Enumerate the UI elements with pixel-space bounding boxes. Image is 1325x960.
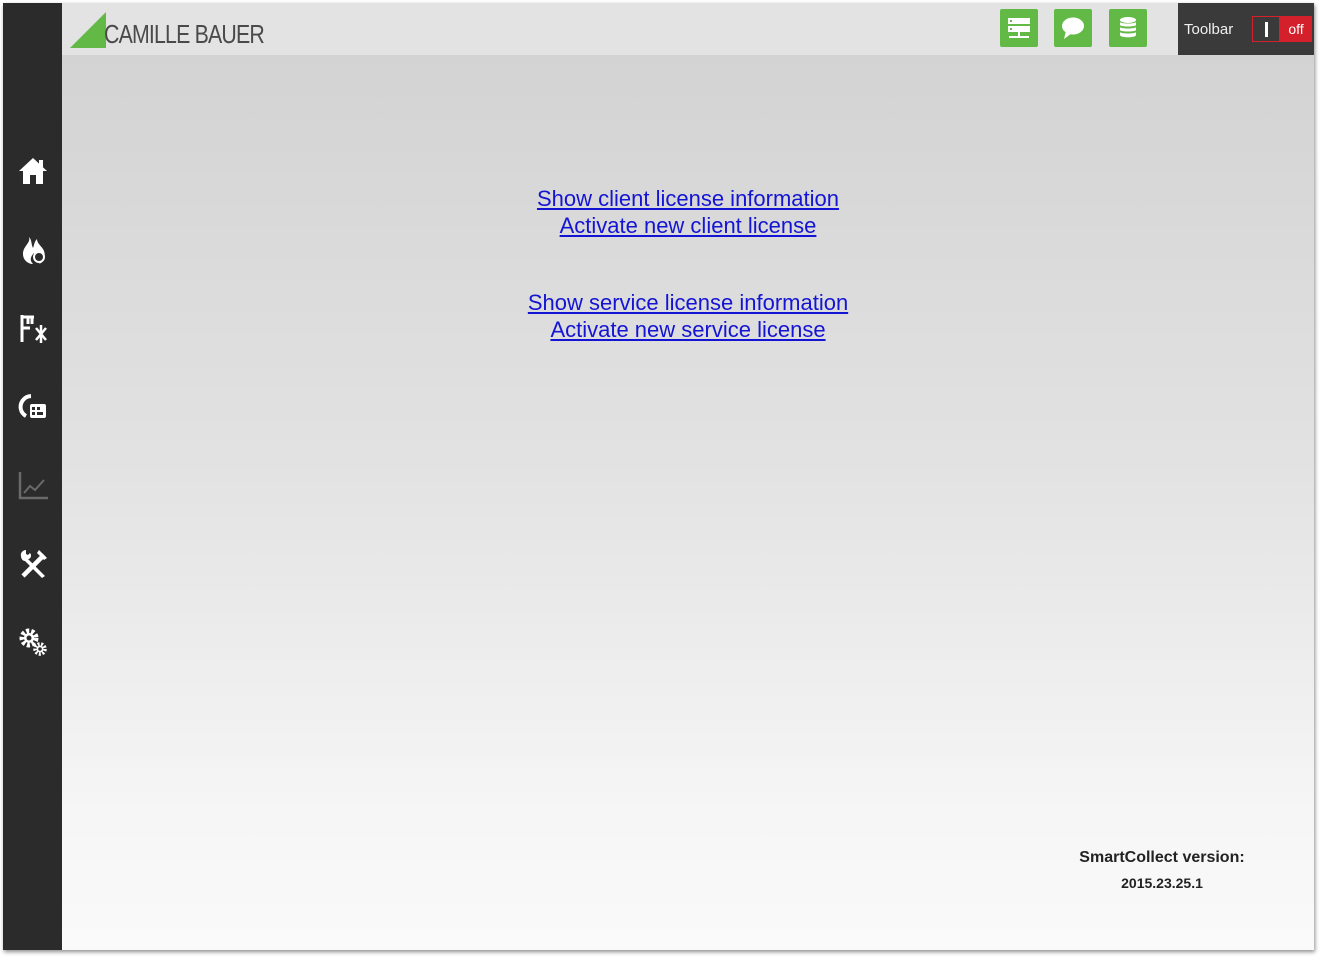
sidebar-item-tools[interactable] xyxy=(3,533,62,593)
service-license-links: Show service license information Activat… xyxy=(62,289,1314,343)
brand-name: CAMILLE BAUER xyxy=(104,19,265,49)
toggle-off-label: off xyxy=(1280,16,1312,42)
sidebar-item-dashboard[interactable] xyxy=(3,376,62,436)
sidebar xyxy=(3,3,62,950)
settings-gears-icon xyxy=(19,628,47,656)
client-license-links: Show client license information Activate… xyxy=(62,185,1314,239)
green-triangle-logo-icon xyxy=(70,12,106,48)
sidebar-item-home[interactable] xyxy=(3,141,62,201)
version-label: SmartCollect version: xyxy=(1079,849,1245,866)
database-button[interactable] xyxy=(1109,9,1147,47)
sidebar-item-structure[interactable] xyxy=(3,298,62,358)
activate-client-license-link[interactable]: Activate new client license xyxy=(62,212,1314,239)
network-button[interactable] xyxy=(1000,9,1038,47)
flame-meter-icon xyxy=(22,237,45,264)
app-window: CAMILLE BAUER Toolbar off Show client li… xyxy=(3,3,1314,950)
version-value: 2015.23.25.1 xyxy=(1121,875,1203,891)
messages-button[interactable] xyxy=(1054,9,1092,47)
line-chart-icon xyxy=(18,472,48,500)
version-info: SmartCollect version: 2015.23.25.1 xyxy=(1062,849,1262,891)
toggle-on-segment xyxy=(1252,16,1280,42)
top-header: CAMILLE BAUER Toolbar off xyxy=(62,3,1314,55)
activate-service-license-link[interactable]: Activate new service license xyxy=(62,316,1314,343)
toolbar-label: Toolbar xyxy=(1184,20,1234,38)
brand-logo: CAMILLE BAUER xyxy=(68,9,299,49)
show-service-license-link[interactable]: Show service license information xyxy=(62,289,1314,316)
toggle-bar-icon xyxy=(1264,21,1268,37)
tools-icon xyxy=(20,550,47,578)
sidebar-item-trends[interactable] xyxy=(3,455,62,515)
sidebar-item-energy[interactable] xyxy=(3,220,62,280)
network-server-icon xyxy=(1008,18,1030,38)
gauge-dashboard-icon xyxy=(18,394,46,418)
sidebar-item-settings[interactable] xyxy=(3,612,62,672)
database-icon xyxy=(1120,17,1136,38)
home-icon xyxy=(18,158,47,184)
show-client-license-link[interactable]: Show client license information xyxy=(62,185,1314,212)
toolbar-control: Toolbar off xyxy=(1178,3,1314,55)
toolbar-toggle[interactable]: off xyxy=(1252,16,1312,42)
chat-bubble-icon xyxy=(1062,17,1084,39)
main-content: Show client license information Activate… xyxy=(62,55,1314,950)
plant-structure-icon xyxy=(20,315,47,343)
